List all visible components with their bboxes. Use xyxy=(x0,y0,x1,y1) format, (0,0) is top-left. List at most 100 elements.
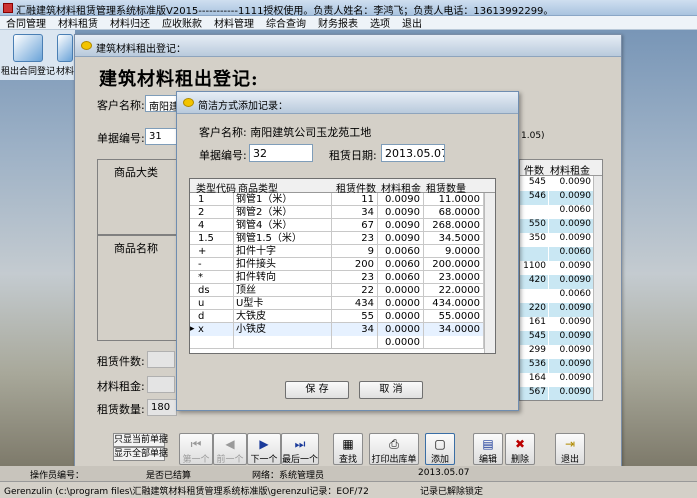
quick-receipt-input[interactable]: 32 xyxy=(249,144,313,162)
cell-rental-count[interactable]: 23 xyxy=(332,271,378,284)
cell-rental-count[interactable]: 55 xyxy=(332,310,378,323)
prev-record-button[interactable]: ◀ 前一个 xyxy=(213,433,247,465)
cell-product-type[interactable]: 钢管1（米） xyxy=(234,193,332,206)
cell-rental-qty[interactable]: 68.0000 xyxy=(424,206,484,219)
cell-product-type[interactable]: U型卡 xyxy=(234,297,332,310)
cell-rental-qty[interactable]: 11.0000 xyxy=(424,193,484,206)
last-record-button[interactable]: ⏭ 最后一个 xyxy=(281,433,319,465)
grid-row[interactable]: - 扣件接头 200 0.0060 200.0000 xyxy=(190,258,495,271)
cell-type-code[interactable]: + xyxy=(190,245,234,258)
cell-type-code[interactable]: 1.5 xyxy=(190,232,234,245)
grid-row[interactable]: ds 顶丝 22 0.0000 22.0000 xyxy=(190,284,495,297)
show-all-button[interactable]: 显示全部单据 xyxy=(113,447,168,461)
cell-rental-fee[interactable]: 0.0060 xyxy=(378,258,424,271)
cell-type-code[interactable]: 1 xyxy=(190,193,234,206)
cell-product-type[interactable]: 钢管1.5（米） xyxy=(234,232,332,245)
table-row[interactable]: 567 0.0090 xyxy=(520,386,602,400)
exit-button[interactable]: ⇥ 退出 xyxy=(555,433,585,465)
cell-type-code[interactable]: 2 xyxy=(190,206,234,219)
cell-type-code[interactable]: * xyxy=(190,271,234,284)
cell-rental-count[interactable]: 11 xyxy=(332,193,378,206)
table-row[interactable]: 4510.0090 xyxy=(520,400,603,401)
cell-rental-fee[interactable]: 0.0000 xyxy=(378,323,424,336)
cell-product-type[interactable] xyxy=(234,336,332,349)
receipt-number-field[interactable]: 31 xyxy=(145,128,179,145)
menu-item-receivable[interactable]: 应收账款 xyxy=(156,15,208,30)
cell-type-code[interactable]: 4 xyxy=(190,219,234,232)
cell-product-type[interactable]: 小铁皮 xyxy=(234,323,332,336)
cell-product-type[interactable]: 顶丝 xyxy=(234,284,332,297)
materials-toolbar-button[interactable]: 材料 xyxy=(56,34,74,78)
cell-rental-qty[interactable]: 23.0000 xyxy=(424,271,484,284)
grid-row[interactable]: 0.0000 xyxy=(190,336,495,349)
grid-row[interactable]: + 扣件十字 9 0.0060 9.0000 xyxy=(190,245,495,258)
cell-product-type[interactable]: 钢管4（米） xyxy=(234,219,332,232)
cell-rental-count[interactable]: 67 xyxy=(332,219,378,232)
cell-rental-qty[interactable]: 34.5000 xyxy=(424,232,484,245)
cell-rental-qty[interactable]: 200.0000 xyxy=(424,258,484,271)
cancel-button[interactable]: 取 消 xyxy=(359,381,423,399)
cell-rental-count[interactable] xyxy=(332,336,378,349)
grid-row[interactable]: u U型卡 434 0.0000 434.0000 xyxy=(190,297,495,310)
cell-rental-fee[interactable]: 0.0090 xyxy=(378,232,424,245)
cell-rental-fee[interactable]: 0.0090 xyxy=(378,206,424,219)
cell-rental-count[interactable]: 200 xyxy=(332,258,378,271)
delete-button[interactable]: ✖ 删除 xyxy=(505,433,535,465)
records-scrollbar[interactable] xyxy=(593,176,602,400)
cell-rental-qty[interactable]: 268.0000 xyxy=(424,219,484,232)
show-current-button[interactable]: 只显当前单据 xyxy=(113,433,168,447)
find-button[interactable]: ▦ 查找 xyxy=(333,433,363,465)
menu-item-materials[interactable]: 材料管理 xyxy=(208,15,260,30)
grid-row[interactable]: 1 钢管1（米） 11 0.0090 11.0000 xyxy=(190,193,495,206)
cell-rental-fee[interactable]: 0.0000 xyxy=(378,336,424,349)
customer-field[interactable]: 南阳建 xyxy=(145,95,179,112)
cell-product-type[interactable]: 扣件十字 xyxy=(234,245,332,258)
quick-date-input[interactable]: 2013.05.07 xyxy=(381,144,445,162)
next-record-button[interactable]: ▶ 下一个 xyxy=(247,433,281,465)
print-button[interactable]: ⎙ 打印出库单 xyxy=(369,433,419,465)
cell-rental-qty[interactable] xyxy=(424,336,484,349)
cell-rental-fee[interactable]: 0.0060 xyxy=(378,245,424,258)
first-record-button[interactable]: ⏮ 第一个 xyxy=(179,433,213,465)
menu-item-contract[interactable]: 合同管理 xyxy=(0,15,52,30)
cell-rental-fee[interactable]: 0.0090 xyxy=(378,219,424,232)
grid-row[interactable]: * 扣件转向 23 0.0060 23.0000 xyxy=(190,271,495,284)
menu-item-return[interactable]: 材料归还 xyxy=(104,15,156,30)
cell-rental-count[interactable]: 23 xyxy=(332,232,378,245)
cell-rental-count[interactable]: 22 xyxy=(332,284,378,297)
grid-row[interactable]: d 大铁皮 55 0.0000 55.0000 xyxy=(190,310,495,323)
rental-fee-field[interactable] xyxy=(147,376,175,393)
cell-rental-qty[interactable]: 22.0000 xyxy=(424,284,484,297)
contract-register-button[interactable]: 租出合同登记 xyxy=(0,34,56,78)
grid-row[interactable]: x 小铁皮 34 0.0000 34.0000 ▸ xyxy=(190,323,495,336)
cell-rental-qty[interactable]: 55.0000 xyxy=(424,310,484,323)
add-button[interactable]: ▢ 添加 xyxy=(425,433,455,465)
grid-scrollbar[interactable] xyxy=(484,193,495,353)
cell-product-type[interactable]: 扣件转向 xyxy=(234,271,332,284)
cell-rental-count[interactable]: 434 xyxy=(332,297,378,310)
grid-row[interactable]: 1.5 钢管1.5（米） 23 0.0090 34.5000 xyxy=(190,232,495,245)
cell-rental-count[interactable]: 9 xyxy=(332,245,378,258)
cell-rental-fee[interactable]: 0.0000 xyxy=(378,310,424,323)
cell-type-code[interactable]: d xyxy=(190,310,234,323)
cell-rental-count[interactable]: 34 xyxy=(332,206,378,219)
cell-type-code[interactable]: ds xyxy=(190,284,234,297)
menu-item-options[interactable]: 选项 xyxy=(364,15,396,30)
rental-count-field[interactable] xyxy=(147,351,175,368)
menu-item-query[interactable]: 综合查询 xyxy=(260,15,312,30)
cell-rental-qty[interactable]: 34.0000 xyxy=(424,323,484,336)
cell-rental-fee[interactable]: 0.0000 xyxy=(378,284,424,297)
menu-item-reports[interactable]: 财务报表 xyxy=(312,15,364,30)
cell-type-code[interactable]: x xyxy=(190,323,234,336)
menu-item-exit[interactable]: 退出 xyxy=(396,15,428,30)
cell-product-type[interactable]: 扣件接头 xyxy=(234,258,332,271)
grid-row[interactable]: 4 钢管4（米） 67 0.0090 268.0000 xyxy=(190,219,495,232)
grid-row[interactable]: 2 钢管2（米） 34 0.0090 68.0000 xyxy=(190,206,495,219)
cell-rental-count[interactable]: 34 xyxy=(332,323,378,336)
cell-type-code[interactable] xyxy=(190,336,234,349)
menu-item-rental[interactable]: 材料租赁 xyxy=(52,15,104,30)
cell-rental-qty[interactable]: 9.0000 xyxy=(424,245,484,258)
cell-rental-fee[interactable]: 0.0000 xyxy=(378,297,424,310)
save-button[interactable]: 保 存 xyxy=(285,381,349,399)
cell-type-code[interactable]: - xyxy=(190,258,234,271)
